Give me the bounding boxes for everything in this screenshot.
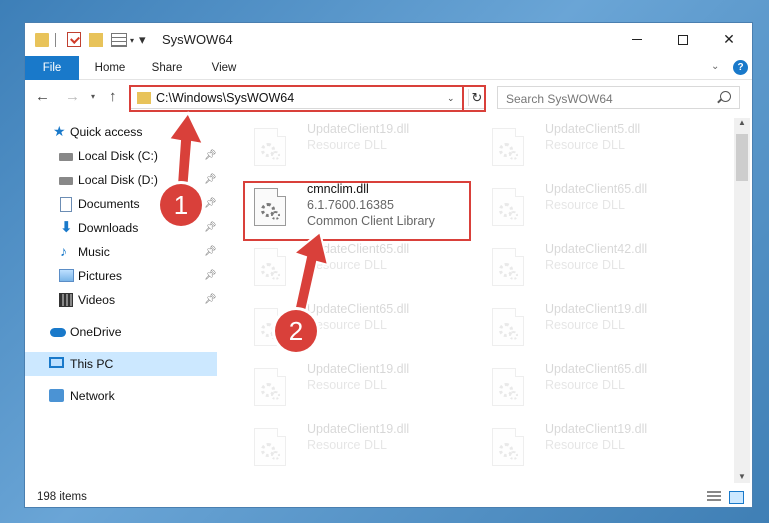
step-1-badge: 1: [160, 184, 202, 226]
annotation-arrows: [167, 111, 330, 335]
step-2-badge: 2: [275, 310, 317, 352]
